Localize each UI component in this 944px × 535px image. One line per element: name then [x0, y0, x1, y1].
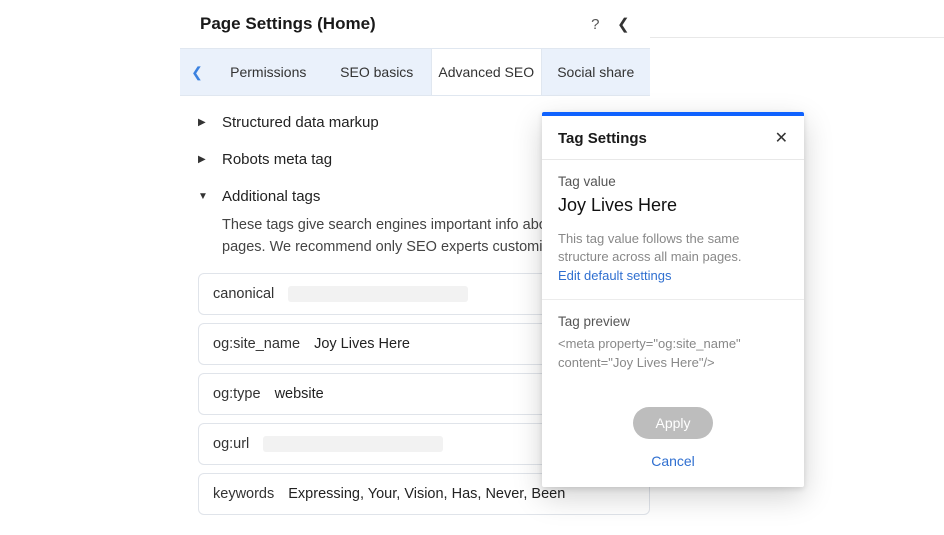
tab-label: Permissions: [230, 64, 306, 80]
popover-divider: [542, 299, 804, 300]
apply-button[interactable]: Apply: [633, 407, 712, 439]
tab-label: SEO basics: [340, 64, 413, 80]
tag-value: Expressing, Your, Vision, Has, Never, Be…: [288, 486, 565, 502]
chevron-right-icon: ▶: [198, 117, 212, 128]
close-icon[interactable]: ✕: [775, 131, 788, 147]
tag-value-masked: [263, 436, 443, 452]
tab-advanced-seo[interactable]: Advanced SEO: [431, 49, 542, 95]
tab-permissions[interactable]: Permissions: [214, 49, 323, 95]
tag-preview-label: Tag preview: [558, 314, 788, 329]
tab-label: Advanced SEO: [438, 64, 534, 80]
tabs-bar: ❮ Permissions SEO basics Advanced SEO So…: [180, 48, 650, 96]
tag-key: og:site_name: [213, 336, 300, 352]
background-header-edge: [650, 0, 944, 38]
popover-actions: Apply Cancel: [542, 383, 804, 487]
section-label: Additional tags: [222, 188, 320, 205]
tag-value-display: Joy Lives Here: [558, 195, 788, 216]
popover-title: Tag Settings: [558, 130, 775, 147]
tag-key: og:url: [213, 436, 249, 452]
tab-seo-basics[interactable]: SEO basics: [323, 49, 432, 95]
tag-value: Joy Lives Here: [314, 336, 410, 352]
tag-key: og:type: [213, 386, 261, 402]
tab-social-share[interactable]: Social share: [542, 49, 651, 95]
tag-value-masked: [288, 286, 468, 302]
tag-key: canonical: [213, 286, 274, 302]
edit-default-settings-link[interactable]: Edit default settings: [558, 268, 671, 283]
panel-header: Page Settings (Home) ? ❯: [180, 0, 650, 48]
tag-value: website: [275, 386, 324, 402]
tag-value-label: Tag value: [558, 174, 788, 189]
chevron-right-icon: ▶: [198, 154, 212, 165]
tab-label: Social share: [557, 64, 634, 80]
help-icon[interactable]: ?: [591, 16, 599, 33]
popover-body: Tag value Joy Lives Here This tag value …: [542, 160, 804, 383]
tag-settings-popover: Tag Settings ✕ Tag value Joy Lives Here …: [542, 112, 804, 487]
tag-key: keywords: [213, 486, 274, 502]
section-label: Robots meta tag: [222, 151, 332, 168]
popover-header: Tag Settings ✕: [542, 116, 804, 160]
cancel-link[interactable]: Cancel: [558, 453, 788, 469]
tag-value-note: This tag value follows the same structur…: [558, 230, 788, 266]
tab-scroll-left-icon[interactable]: ❮: [180, 49, 214, 95]
panel-title: Page Settings (Home): [200, 14, 591, 34]
collapse-icon[interactable]: ❯: [617, 15, 630, 33]
tag-preview-text: <meta property="og:site_name" content="J…: [558, 335, 788, 373]
section-label: Structured data markup: [222, 114, 379, 131]
chevron-down-icon: ▼: [198, 191, 212, 202]
